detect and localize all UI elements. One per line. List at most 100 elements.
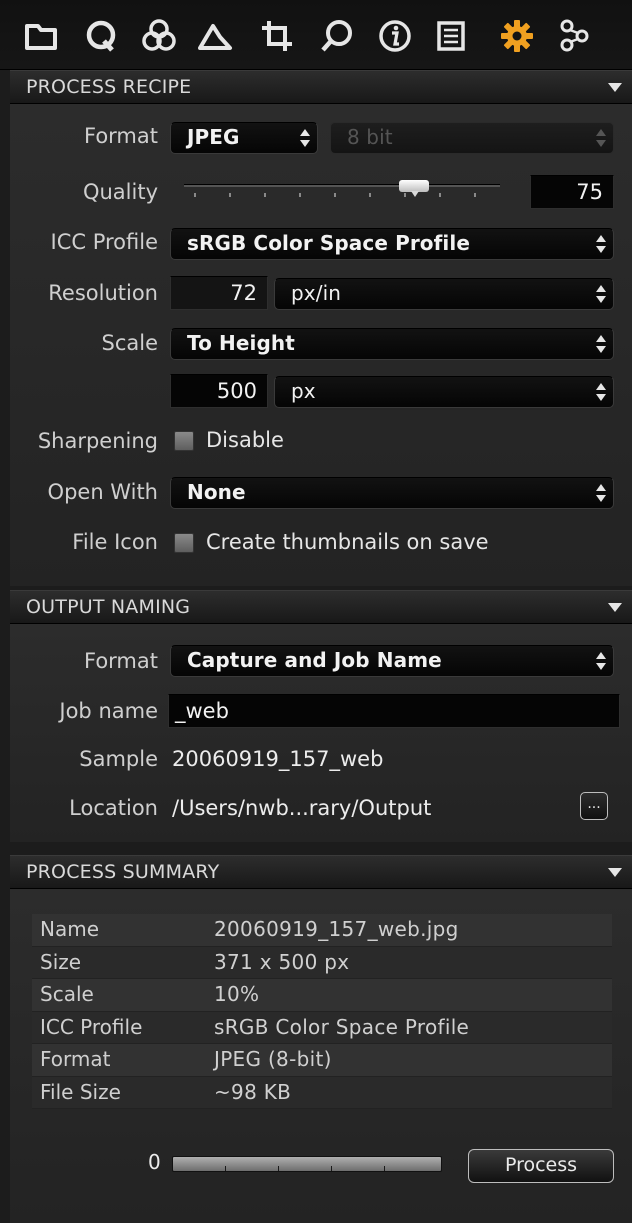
progress-tick [384, 1166, 385, 1171]
quality-input[interactable]: 75 [530, 175, 614, 209]
quality-label: Quality [82, 180, 158, 204]
resolution-input[interactable]: 72 [170, 276, 268, 310]
browse-location-button[interactable]: ... [580, 792, 608, 820]
slider-thumb[interactable] [399, 180, 429, 197]
summary-value: 371 x 500 px [214, 949, 350, 974]
queue-count: 0 [148, 1150, 161, 1174]
popup-stepper-icon [595, 382, 607, 402]
file-icon-check-label[interactable]: Create thumbnails on save [206, 530, 489, 554]
naming-format-value: Capture and Job Name [187, 648, 442, 672]
tool-tabs-toolbar [0, 0, 632, 70]
color-circles-icon[interactable] [140, 14, 178, 58]
popup-stepper-icon [595, 334, 607, 354]
resolution-unit-value: px/in [291, 281, 342, 305]
collapse-triangle-icon[interactable] [608, 83, 622, 92]
popup-stepper-icon [595, 651, 607, 671]
info-icon[interactable] [376, 14, 414, 58]
location-value: /Users/nwb...rary/Output [172, 796, 432, 820]
scale-unit-popup[interactable]: px [274, 376, 614, 408]
slider-track [184, 184, 500, 187]
summary-key: Name [40, 917, 100, 941]
slider-tick [439, 193, 441, 197]
progress-tick [225, 1166, 226, 1171]
summary-key: Format [40, 1047, 111, 1071]
popup-stepper-icon [595, 483, 607, 503]
process-recipe-title: PROCESS RECIPE [26, 76, 192, 98]
icc-profile-value: sRGB Color Space Profile [187, 231, 471, 255]
summary-value: sRGB Color Space Profile [214, 1014, 470, 1039]
summary-value: 10% [214, 982, 260, 1006]
output-naming-header[interactable]: OUTPUT NAMING [10, 590, 632, 624]
process-button[interactable]: Process [468, 1149, 614, 1183]
scale-amount-input[interactable]: 500 [170, 374, 268, 408]
file-icon-checkbox[interactable] [174, 533, 194, 553]
slider-tick [334, 193, 336, 197]
popup-stepper-icon [299, 128, 311, 148]
open-with-label: Open With [47, 480, 158, 504]
sharpening-checkbox[interactable] [174, 431, 194, 451]
exposure-icon[interactable] [196, 14, 234, 58]
icc-profile-label: ICC Profile [50, 230, 159, 254]
summary-key: ICC Profile [40, 1014, 143, 1039]
quality-slider[interactable] [184, 172, 500, 212]
scale-value: To Height [187, 331, 295, 355]
process-summary-header[interactable]: PROCESS SUMMARY [10, 855, 632, 889]
format-label: Format [83, 124, 158, 148]
scale-unit-value: px [291, 379, 316, 403]
slider-tick [474, 193, 476, 197]
table-row: Format JPEG (8-bit) [32, 1044, 612, 1077]
scale-label: Scale [101, 331, 159, 355]
output-naming-title: OUTPUT NAMING [26, 596, 191, 618]
scale-popup[interactable]: To Height [170, 328, 614, 360]
format-value: JPEG [187, 125, 240, 149]
open-with-value: None [187, 480, 246, 504]
metadata-list-icon[interactable] [432, 14, 470, 58]
collapse-triangle-icon[interactable] [608, 603, 622, 612]
open-with-popup[interactable]: None [170, 477, 614, 509]
table-row: Scale 10% [32, 979, 612, 1012]
bitdepth-popup: 8 bit [330, 122, 614, 154]
format-popup[interactable]: JPEG [170, 122, 318, 154]
icc-profile-popup[interactable]: sRGB Color Space Profile [170, 228, 614, 260]
naming-format-label: Format [83, 649, 158, 673]
file-icon-label: File Icon [72, 530, 158, 554]
slider-tick [194, 193, 196, 197]
slider-tick [229, 193, 231, 197]
focus-loupe-icon[interactable] [318, 14, 356, 58]
table-row: Name 20060919_157_web.jpg [32, 914, 612, 947]
resolution-unit-popup[interactable]: px/in [274, 278, 614, 310]
process-gear-icon[interactable] [498, 14, 536, 58]
popup-stepper-icon [595, 128, 607, 148]
collapse-triangle-icon[interactable] [608, 868, 622, 877]
process-summary-title: PROCESS SUMMARY [26, 861, 220, 883]
capture-q-icon[interactable] [82, 14, 120, 58]
location-label: Location [69, 796, 158, 820]
summary-key: Size [40, 949, 82, 974]
crop-icon[interactable] [258, 14, 296, 58]
process-progress-bar [172, 1156, 442, 1172]
sharpening-label: Sharpening [37, 429, 158, 453]
sharpening-check-label[interactable]: Disable [206, 428, 284, 452]
popup-stepper-icon [595, 284, 607, 304]
table-row: File Size ~98 KB [32, 1076, 612, 1109]
summary-key: File Size [40, 1079, 121, 1104]
naming-format-popup[interactable]: Capture and Job Name [170, 645, 614, 677]
job-name-input[interactable]: _web [168, 694, 620, 728]
progress-tick [278, 1166, 279, 1171]
sample-label: Sample [79, 747, 158, 771]
job-name-label: Job name [59, 699, 158, 723]
folder-icon[interactable] [22, 14, 60, 58]
popup-stepper-icon [595, 234, 607, 254]
bitdepth-value: 8 bit [347, 125, 393, 149]
adjustments-icon[interactable] [556, 14, 594, 58]
slider-tick [264, 193, 266, 197]
table-row: Size 371 x 500 px [32, 946, 612, 979]
slider-tick [369, 193, 371, 197]
process-recipe-header[interactable]: PROCESS RECIPE [10, 70, 632, 104]
sample-value: 20060919_157_web [172, 747, 384, 771]
progress-tick [331, 1166, 332, 1171]
table-row: ICC Profile sRGB Color Space Profile [32, 1011, 612, 1044]
resolution-label: Resolution [48, 281, 158, 305]
slider-tick [299, 193, 301, 197]
summary-value: JPEG (8-bit) [214, 1047, 332, 1071]
